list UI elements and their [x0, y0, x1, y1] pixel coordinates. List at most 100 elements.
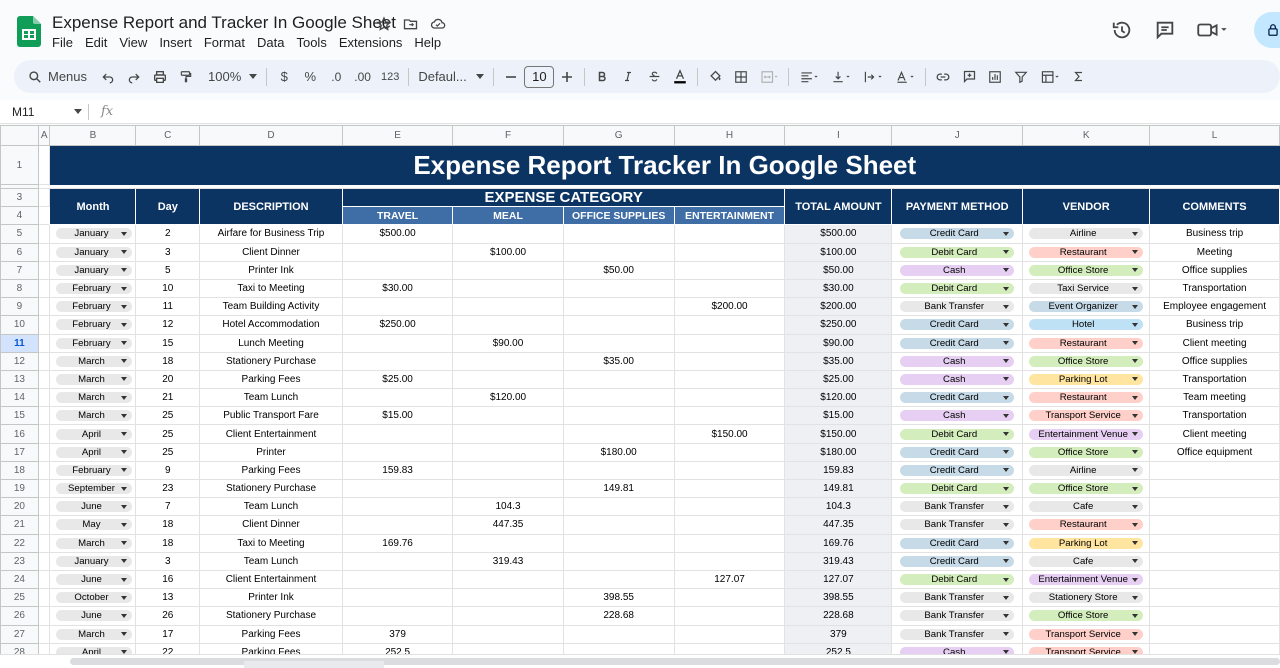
- day-cell[interactable]: 26: [135, 606, 201, 626]
- vendor-chip[interactable]: Office Store: [1029, 264, 1144, 276]
- payment-method-chip[interactable]: Debit Card: [900, 428, 1015, 440]
- description-cell[interactable]: Taxi to Meeting: [199, 533, 343, 553]
- meal-cell[interactable]: [452, 569, 564, 590]
- meal-cell[interactable]: [452, 442, 564, 462]
- month-cell[interactable]: February: [49, 460, 137, 481]
- row-header[interactable]: 21: [0, 515, 39, 535]
- month-dropdown-chip[interactable]: March: [56, 628, 133, 640]
- comments-cell[interactable]: [1149, 460, 1280, 481]
- comments-cell[interactable]: Meeting: [1149, 242, 1280, 262]
- office-supplies-cell[interactable]: [562, 515, 675, 535]
- entertainment-cell[interactable]: [673, 369, 786, 390]
- comments-cell[interactable]: [1149, 588, 1280, 608]
- cell[interactable]: [37, 315, 51, 335]
- office-supplies-cell[interactable]: $180.00: [562, 442, 675, 462]
- travel-cell[interactable]: [341, 242, 454, 262]
- payment-method-chip[interactable]: Credit Card: [900, 537, 1015, 549]
- office-supplies-cell[interactable]: [562, 242, 675, 262]
- day-cell[interactable]: 5: [135, 260, 201, 280]
- header-travel[interactable]: TRAVEL: [341, 206, 454, 226]
- payment-method-chip[interactable]: Credit Card: [900, 228, 1015, 240]
- vendor-cell[interactable]: Transport Service: [1022, 624, 1151, 644]
- office-supplies-cell[interactable]: [562, 297, 675, 317]
- fill-color-icon[interactable]: [704, 64, 726, 90]
- row-header[interactable]: 22: [0, 533, 39, 553]
- travel-cell[interactable]: [341, 606, 454, 626]
- travel-cell[interactable]: [341, 515, 454, 535]
- payment-method-cell[interactable]: Debit Card: [891, 278, 1024, 299]
- month-cell[interactable]: January: [49, 551, 137, 571]
- comments-icon[interactable]: [1149, 14, 1181, 46]
- month-cell[interactable]: June: [49, 497, 137, 517]
- comments-cell[interactable]: [1149, 515, 1280, 535]
- month-dropdown-chip[interactable]: February: [56, 319, 133, 331]
- total-amount-cell[interactable]: $15.00: [784, 406, 893, 426]
- cell[interactable]: [37, 333, 51, 353]
- payment-method-cell[interactable]: Credit Card: [891, 551, 1024, 571]
- entertainment-cell[interactable]: [673, 442, 786, 462]
- column-header[interactable]: C: [135, 125, 201, 146]
- cloud-saved-icon[interactable]: [428, 14, 447, 33]
- increase-decimal-button[interactable]: .00: [351, 64, 374, 90]
- description-cell[interactable]: Client Entertainment: [199, 424, 343, 444]
- undo-icon[interactable]: [97, 64, 119, 90]
- month-cell[interactable]: September: [49, 478, 137, 499]
- cell[interactable]: [37, 551, 51, 571]
- cell[interactable]: [37, 442, 51, 462]
- description-cell[interactable]: Team Lunch: [199, 388, 343, 408]
- row-header[interactable]: 3: [0, 187, 39, 208]
- day-cell[interactable]: 2: [135, 224, 201, 244]
- travel-cell[interactable]: $15.00: [341, 406, 454, 426]
- cell[interactable]: [37, 624, 51, 644]
- comments-cell[interactable]: Office equipment: [1149, 442, 1280, 462]
- month-cell[interactable]: March: [49, 351, 137, 371]
- payment-method-chip[interactable]: Debit Card: [900, 246, 1015, 258]
- header-meal[interactable]: MEAL: [452, 206, 564, 226]
- vendor-chip[interactable]: Event Organizer: [1029, 301, 1144, 313]
- header-description[interactable]: DESCRIPTION: [199, 187, 343, 226]
- header-payment-method[interactable]: PAYMENT METHOD: [891, 187, 1024, 226]
- vendor-chip[interactable]: Entertainment Venue: [1029, 428, 1144, 440]
- sheets-logo-icon[interactable]: [17, 16, 41, 47]
- entertainment-cell[interactable]: [673, 460, 786, 481]
- entertainment-cell[interactable]: [673, 388, 786, 408]
- office-supplies-cell[interactable]: 398.55: [562, 588, 675, 608]
- month-dropdown-chip[interactable]: June: [56, 501, 133, 513]
- column-header[interactable]: E: [341, 125, 454, 146]
- total-amount-cell[interactable]: $50.00: [784, 260, 893, 280]
- day-cell[interactable]: 12: [135, 315, 201, 335]
- vendor-chip[interactable]: Cafe: [1029, 501, 1144, 513]
- total-amount-cell[interactable]: 447.35: [784, 515, 893, 535]
- total-amount-cell[interactable]: $25.00: [784, 369, 893, 390]
- payment-method-cell[interactable]: Cash: [891, 351, 1024, 371]
- day-cell[interactable]: 7: [135, 497, 201, 517]
- payment-method-cell[interactable]: Debit Card: [891, 478, 1024, 499]
- row-header[interactable]: 12: [0, 351, 39, 371]
- description-cell[interactable]: Stationery Purchase: [199, 478, 343, 499]
- vendor-chip[interactable]: Airline: [1029, 464, 1144, 476]
- payment-method-cell[interactable]: Debit Card: [891, 242, 1024, 262]
- zoom-select[interactable]: 100%: [205, 64, 260, 90]
- comments-cell[interactable]: Transportation: [1149, 369, 1280, 390]
- cell[interactable]: [37, 533, 51, 553]
- payment-method-cell[interactable]: Debit Card: [891, 569, 1024, 590]
- payment-method-chip[interactable]: Cash: [900, 373, 1015, 385]
- header-entertainment[interactable]: ENTERTAINMENT: [673, 206, 786, 226]
- total-amount-cell[interactable]: $200.00: [784, 297, 893, 317]
- day-cell[interactable]: 23: [135, 478, 201, 499]
- entertainment-cell[interactable]: [673, 406, 786, 426]
- comments-cell[interactable]: Client meeting: [1149, 424, 1280, 444]
- header-expense-category[interactable]: EXPENSE CATEGORY: [341, 187, 786, 208]
- document-title[interactable]: Expense Report and Tracker In Google She…: [52, 13, 396, 33]
- day-cell[interactable]: 17: [135, 624, 201, 644]
- payment-method-cell[interactable]: Credit Card: [891, 315, 1024, 335]
- column-header[interactable]: J: [891, 125, 1024, 146]
- description-cell[interactable]: Printer Ink: [199, 260, 343, 280]
- bold-icon[interactable]: [591, 64, 613, 90]
- total-amount-cell[interactable]: 169.76: [784, 533, 893, 553]
- payment-method-chip[interactable]: Credit Card: [900, 446, 1015, 458]
- name-box[interactable]: M11: [0, 105, 88, 119]
- month-dropdown-chip[interactable]: October: [56, 592, 133, 604]
- payment-method-cell[interactable]: Bank Transfer: [891, 297, 1024, 317]
- comments-cell[interactable]: Team meeting: [1149, 388, 1280, 408]
